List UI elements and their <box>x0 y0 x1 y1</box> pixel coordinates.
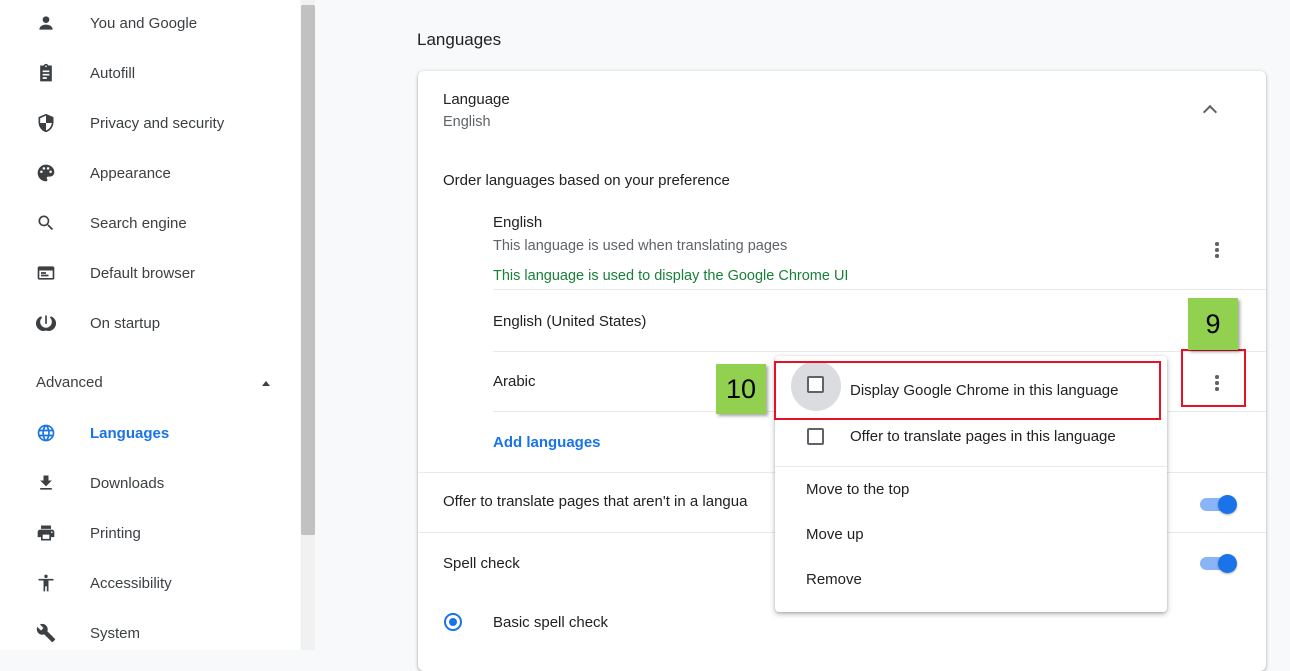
wrench-icon <box>36 623 56 643</box>
sidebar-item-label: Appearance <box>90 164 171 182</box>
divider <box>493 351 1266 352</box>
sidebar-item-system[interactable]: System <box>0 613 300 653</box>
scrollbar-thumb[interactable] <box>301 5 315 535</box>
language-row-value: English <box>443 114 491 130</box>
divider <box>493 289 1266 290</box>
language-name-arabic: Arabic <box>493 373 536 390</box>
offer-translate-toggle[interactable] <box>1200 495 1238 514</box>
sidebar-item-label: Accessibility <box>90 574 172 592</box>
globe-icon <box>36 423 56 443</box>
clipboard-icon <box>36 63 56 83</box>
language-note-ui: This language is used to display the Goo… <box>493 268 849 284</box>
sidebar-item-label: You and Google <box>90 14 198 32</box>
order-languages-heading: Order languages based on your preference <box>443 172 730 189</box>
sidebar-item-default-browser[interactable]: Default browser <box>0 253 300 293</box>
sidebar-item-you-and-google[interactable]: You and Google <box>0 3 300 43</box>
printer-icon <box>36 523 56 543</box>
spell-check-label: Spell check <box>443 555 520 572</box>
offer-translate-checkbox[interactable] <box>807 428 824 445</box>
sidebar-item-on-startup[interactable]: On startup <box>0 303 300 343</box>
annotation-highlight-9 <box>1181 349 1246 407</box>
sidebar-item-label: Printing <box>90 524 141 542</box>
annotation-highlight-10 <box>774 361 1161 420</box>
menu-item-move-to-top[interactable]: Move to the top <box>806 481 909 498</box>
accessibility-icon <box>36 573 56 593</box>
sidebar-item-label: System <box>90 624 141 642</box>
annotation-label-9: 9 <box>1188 298 1238 350</box>
offer-translate-label: Offer to translate pages that aren't in … <box>443 493 748 510</box>
sidebar-item-label: Downloads <box>90 474 165 492</box>
menu-item-remove[interactable]: Remove <box>806 571 862 588</box>
person-icon <box>36 13 56 33</box>
sidebar-item-search-engine[interactable]: Search engine <box>0 203 300 243</box>
language-name-english: English <box>493 214 543 231</box>
basic-spell-check-label: Basic spell check <box>493 614 609 631</box>
sidebar-item-label: Languages <box>90 424 170 442</box>
sidebar: You and Google Autofill Privacy and secu… <box>0 0 300 650</box>
sidebar-item-printing[interactable]: Printing <box>0 513 300 553</box>
spell-check-toggle[interactable] <box>1200 554 1238 573</box>
sidebar-item-label: Autofill <box>90 64 136 82</box>
sidebar-item-label: Privacy and security <box>90 114 225 132</box>
more-options-icon[interactable] <box>1215 242 1219 258</box>
sidebar-item-accessibility[interactable]: Accessibility <box>0 563 300 603</box>
divider <box>775 466 1167 467</box>
language-name-english-us: English (United States) <box>493 313 647 330</box>
basic-spell-check-radio[interactable] <box>444 613 462 631</box>
language-note-translate: This language is used when translating p… <box>493 238 788 254</box>
advanced-section-toggle[interactable]: Advanced <box>36 374 103 391</box>
sidebar-item-languages[interactable]: Languages <box>0 413 300 453</box>
menu-item-move-up[interactable]: Move up <box>806 526 864 543</box>
sidebar-item-label: On startup <box>90 314 161 332</box>
palette-icon <box>36 163 56 183</box>
chevron-up-icon[interactable] <box>1202 104 1218 120</box>
sidebar-item-downloads[interactable]: Downloads <box>0 463 300 503</box>
menu-item-label: Offer to translate pages in this languag… <box>850 428 1116 445</box>
sidebar-item-appearance[interactable]: Appearance <box>0 153 300 193</box>
language-row-title: Language <box>443 91 510 108</box>
power-icon <box>36 313 56 333</box>
sidebar-item-label: Search engine <box>90 214 187 232</box>
sidebar-item-autofill[interactable]: Autofill <box>0 53 300 93</box>
annotation-label-10: 10 <box>716 364 766 414</box>
add-languages-button[interactable]: Add languages <box>493 434 601 451</box>
search-icon <box>36 213 56 233</box>
chevron-up-icon[interactable] <box>262 381 270 386</box>
download-icon <box>36 473 56 493</box>
browser-icon <box>36 263 56 283</box>
sidebar-item-privacy[interactable]: Privacy and security <box>0 103 300 143</box>
shield-icon <box>36 113 56 133</box>
sidebar-item-label: Default browser <box>90 264 196 282</box>
page-title: Languages <box>417 30 502 49</box>
menu-item-offer-translate[interactable]: Offer to translate pages in this languag… <box>775 414 1167 464</box>
